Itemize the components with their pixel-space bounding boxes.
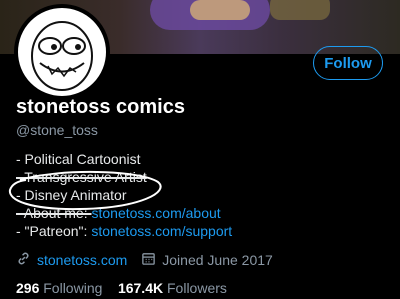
joined-date: Joined June 2017 bbox=[162, 252, 273, 268]
support-link[interactable]: stonetoss.com/support bbox=[91, 223, 232, 239]
bio-line-about: - About me: stonetoss.com/about bbox=[16, 204, 232, 222]
followers-count: 167.4K bbox=[117, 280, 164, 296]
bio: - Political Cartoonist - Transgressive A… bbox=[16, 150, 232, 240]
website-link[interactable]: stonetoss.com bbox=[37, 252, 127, 268]
follow-stats: 296 Following 167.4K Followers bbox=[16, 280, 227, 296]
bio-line-struck: - Transgressive Artist bbox=[16, 169, 147, 185]
bio-line-patreon: - "Patreon": stonetoss.com/support bbox=[16, 222, 232, 240]
followers-stat[interactable]: 167.4K Followers bbox=[118, 280, 227, 296]
user-handle: @stone_toss bbox=[16, 122, 98, 138]
calendar-icon bbox=[141, 251, 156, 269]
avatar[interactable] bbox=[14, 4, 110, 100]
profile-meta: stonetoss.com Joined June 2017 bbox=[16, 251, 273, 269]
link-icon bbox=[16, 251, 31, 269]
follow-button[interactable]: Follow bbox=[313, 46, 383, 80]
following-label: Following bbox=[43, 280, 103, 296]
display-name: stonetoss comics bbox=[16, 96, 185, 118]
bio-about-prefix: - About me: bbox=[16, 205, 92, 221]
followers-label: Followers bbox=[167, 280, 227, 296]
following-count: 296 bbox=[16, 280, 40, 296]
bio-line-circled: - Disney Animator bbox=[16, 187, 127, 203]
about-link[interactable]: stonetoss.com/about bbox=[91, 205, 220, 221]
following-stat[interactable]: 296 Following bbox=[16, 280, 102, 296]
bio-patreon-prefix: - "Patreon": bbox=[16, 223, 92, 239]
bio-line: - Political Cartoonist bbox=[16, 151, 141, 167]
